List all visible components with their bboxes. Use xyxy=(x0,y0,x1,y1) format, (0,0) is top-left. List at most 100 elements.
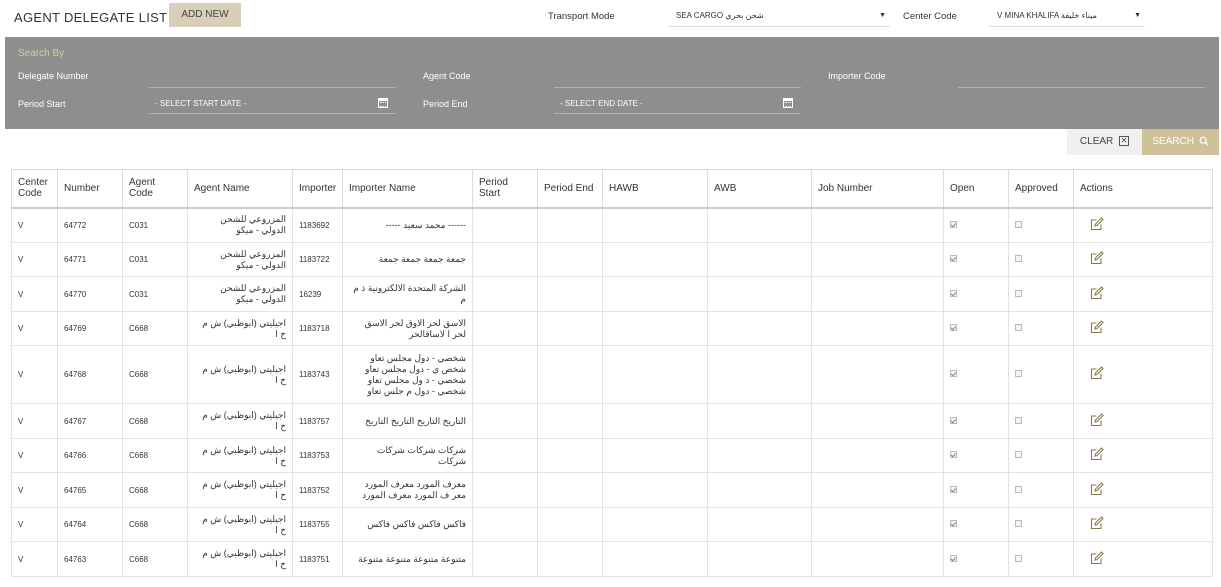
edit-icon[interactable] xyxy=(1090,412,1104,427)
agent-code-input[interactable] xyxy=(554,68,801,88)
open-checkbox[interactable] xyxy=(950,485,957,493)
awb-cell xyxy=(707,276,812,312)
close-box-icon: ✕ xyxy=(1119,136,1130,147)
table-row[interactable]: V 64772 C031 المزروعي للشحن الدولي - ميكو 11… xyxy=(11,207,1213,243)
table-row[interactable]: V 64767 C668 اجيليتي (ابوظبي) ش م خ ا 118375… xyxy=(11,403,1213,439)
table-row[interactable]: V 64766 C668 اجيليتي (ابوظبي) ش م خ ا 118375… xyxy=(11,438,1213,473)
center-code-cell: V xyxy=(11,276,58,312)
actions-cell xyxy=(1073,207,1213,243)
importer-name-cell: متنوعة متنوعة متنوعة متنوعة xyxy=(342,541,473,577)
table-row[interactable]: V 64770 C031 المزروعي للشحن الدولي - ميكو 16… xyxy=(11,276,1213,312)
job-number-cell xyxy=(811,311,944,346)
table-row[interactable]: V 64765 C668 اجيليتي (ابوظبي) ش م خ ا 118375… xyxy=(11,472,1213,508)
agent-code-cell: C031 xyxy=(122,276,188,312)
delegate-number-input[interactable] xyxy=(149,68,396,88)
center-code-cell: V xyxy=(11,345,58,404)
open-checkbox[interactable] xyxy=(950,520,957,527)
approved-checkbox[interactable] xyxy=(1015,554,1022,562)
open-checkbox[interactable] xyxy=(950,255,957,262)
edit-icon[interactable] xyxy=(1090,366,1104,380)
approved-checkbox[interactable] xyxy=(1015,324,1022,331)
awb-cell xyxy=(707,507,812,542)
calendar-icon[interactable] xyxy=(378,98,388,108)
clear-button[interactable]: CLEAR ✕ xyxy=(1067,129,1142,155)
importer-name-cell: الاسق لحر الاوق لحر الاسق لحر ا لاساقالح… xyxy=(342,311,473,346)
search-button[interactable]: SEARCH xyxy=(1142,129,1219,155)
column-header: Importer xyxy=(292,169,343,209)
period-end-cell xyxy=(537,541,603,577)
awb-cell xyxy=(707,472,812,508)
table-row[interactable]: V 64764 C668 اجيليتي (ابوظبي) ش م خ ا 118375… xyxy=(11,507,1213,542)
column-header: Agent Name xyxy=(187,169,293,209)
importer-cell: 1183757 xyxy=(292,403,343,439)
approved-checkbox[interactable] xyxy=(1015,255,1022,262)
table-row[interactable]: V 64771 C031 المزروعي للشحن الدولي - ميكو 11… xyxy=(11,242,1213,277)
table-body: V 64772 C031 المزروعي للشحن الدولي - ميكو 11… xyxy=(11,207,1213,577)
open-checkbox[interactable] xyxy=(950,554,957,562)
period-start-cell xyxy=(472,207,538,243)
column-header: Period End xyxy=(537,169,603,209)
importer-name-cell: شخصي - دول مجلس تعاو شخص ي - دول مجلس تع… xyxy=(342,345,473,404)
calendar-icon[interactable] xyxy=(783,98,793,108)
number-cell: 64772 xyxy=(57,207,123,243)
page-title: AGENT DELEGATE LIST xyxy=(14,10,168,25)
edit-icon[interactable] xyxy=(1090,481,1104,496)
approved-checkbox[interactable] xyxy=(1015,416,1022,424)
actions-cell xyxy=(1073,472,1213,508)
period-start-input[interactable]: - SELECT START DATE - xyxy=(149,94,396,114)
approved-checkbox[interactable] xyxy=(1015,289,1022,297)
clear-label: CLEAR xyxy=(1079,136,1114,147)
edit-icon[interactable] xyxy=(1090,285,1104,300)
center-code-cell: V xyxy=(11,472,58,508)
agent-name-cell: اجيليتي (ابوظبي) ش م خ ا xyxy=(187,403,293,439)
edit-icon[interactable] xyxy=(1090,550,1104,565)
hawb-cell xyxy=(602,403,708,439)
hawb-cell xyxy=(602,242,708,277)
table-row[interactable]: V 64769 C668 اجيليتي (ابوظبي) ش م خ ا 118371… xyxy=(11,311,1213,346)
importer-cell: 1183751 xyxy=(292,541,343,577)
open-checkbox[interactable] xyxy=(950,370,957,377)
edit-icon[interactable] xyxy=(1090,447,1104,461)
column-header: Number xyxy=(57,169,123,209)
number-cell: 64769 xyxy=(57,311,123,346)
period-start-placeholder: - SELECT START DATE - xyxy=(155,99,247,108)
approved-checkbox[interactable] xyxy=(1015,451,1022,458)
agent-name-cell: اجيليتي (ابوظبي) ش م خ ا xyxy=(187,438,293,473)
period-start-cell xyxy=(472,438,538,473)
period-start-cell xyxy=(472,507,538,542)
importer-code-input[interactable] xyxy=(958,68,1205,88)
open-checkbox[interactable] xyxy=(950,451,957,458)
approved-checkbox[interactable] xyxy=(1015,485,1022,493)
importer-cell: 1183722 xyxy=(292,242,343,277)
edit-icon[interactable] xyxy=(1090,320,1104,334)
hawb-cell xyxy=(602,311,708,346)
awb-cell xyxy=(707,345,812,404)
open-checkbox[interactable] xyxy=(950,324,957,331)
caret-down-icon: ▼ xyxy=(1134,12,1141,19)
agent-code-cell: C668 xyxy=(122,438,188,473)
table-row[interactable]: V 64763 C668 اجيليتي (ابوظبي) ش م خ ا 118375… xyxy=(11,541,1213,577)
edit-icon[interactable] xyxy=(1090,216,1104,231)
period-start-cell xyxy=(472,311,538,346)
agent-name-cell: اجيليتي (ابوظبي) ش م خ ا xyxy=(187,507,293,542)
open-checkbox[interactable] xyxy=(950,416,957,424)
edit-icon[interactable] xyxy=(1090,251,1104,265)
add-new-button[interactable]: ADD NEW xyxy=(169,3,241,27)
transport-mode-select[interactable]: SEA CARGO شحن بحري ▼ xyxy=(668,5,890,27)
open-cell xyxy=(943,311,1009,346)
importer-name-cell: الشركة المتحدة الالكترونية ذ م م xyxy=(342,276,473,312)
approved-checkbox[interactable] xyxy=(1015,220,1022,228)
open-cell xyxy=(943,472,1009,508)
column-header: Center Code xyxy=(11,169,58,209)
approved-checkbox[interactable] xyxy=(1015,520,1022,527)
edit-icon[interactable] xyxy=(1090,516,1104,530)
approved-checkbox[interactable] xyxy=(1015,370,1022,377)
actions-cell xyxy=(1073,403,1213,439)
open-checkbox[interactable] xyxy=(950,220,957,228)
hawb-cell xyxy=(602,276,708,312)
open-checkbox[interactable] xyxy=(950,289,957,297)
table-row[interactable]: V 64768 C668 اجيليتي (ابوظبي) ش م خ ا 118374… xyxy=(11,345,1213,404)
hawb-cell xyxy=(602,207,708,243)
period-end-input[interactable]: - SELECT END DATE - xyxy=(554,94,801,114)
center-code-select[interactable]: V MINA KHALIFA ميناء خليفة ▼ xyxy=(989,5,1145,27)
